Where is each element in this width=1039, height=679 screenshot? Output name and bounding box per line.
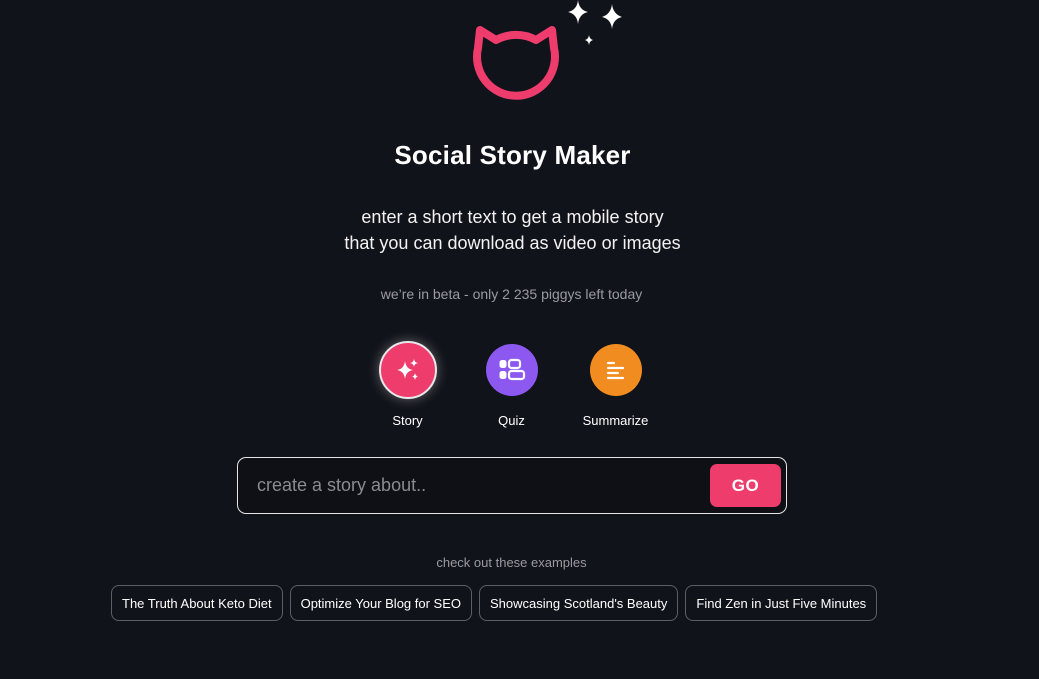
example-chip[interactable]: Optimize Your Blog for SEO [289,585,473,621]
mode-label: Story [392,413,423,428]
example-chip[interactable]: The Truth About Keto Diet [111,585,283,621]
sparkles-icon [568,0,622,45]
mode-summarize-button[interactable]: Summarize [582,344,649,428]
mode-quiz-button[interactable]: Quiz [480,344,544,428]
summarize-lines-icon [606,361,624,380]
examples-list: The Truth About Keto Diet Optimize Your … [111,585,878,621]
subtitle-line: enter a short text to get a mobile story [361,207,664,227]
go-button[interactable]: GO [710,464,781,507]
mode-story-button[interactable]: Story [376,341,440,428]
mode-label: Quiz [498,413,525,428]
beta-notice: we’re in beta - only 2 235 piggys left t… [380,286,643,302]
subtitle-line: that you can download as video or images [344,233,681,253]
example-chip[interactable]: Showcasing Scotland's Beauty [479,585,679,621]
summarize-mode-circle[interactable] [589,344,642,396]
app-logo [460,0,630,120]
story-mode-circle[interactable] [378,341,437,399]
mode-selector: Story Quiz Summarize [0,341,1023,428]
story-prompt-form: GO [237,457,787,514]
example-chip[interactable]: Find Zen in Just Five Minutes [685,585,878,621]
quiz-mode-circle[interactable] [485,344,538,396]
story-prompt-input[interactable] [238,464,710,507]
sparkles-icon [396,359,418,380]
cat-head-icon [473,0,622,100]
page: Social Story Maker enter a short text to… [0,0,1039,679]
examples-label: check out these examples [436,555,587,570]
quiz-layout-icon [499,358,525,381]
mode-label: Summarize [582,413,649,428]
subtitle: enter a short text to get a mobile story… [0,204,1025,256]
page-title: Social Story Maker [394,140,631,170]
